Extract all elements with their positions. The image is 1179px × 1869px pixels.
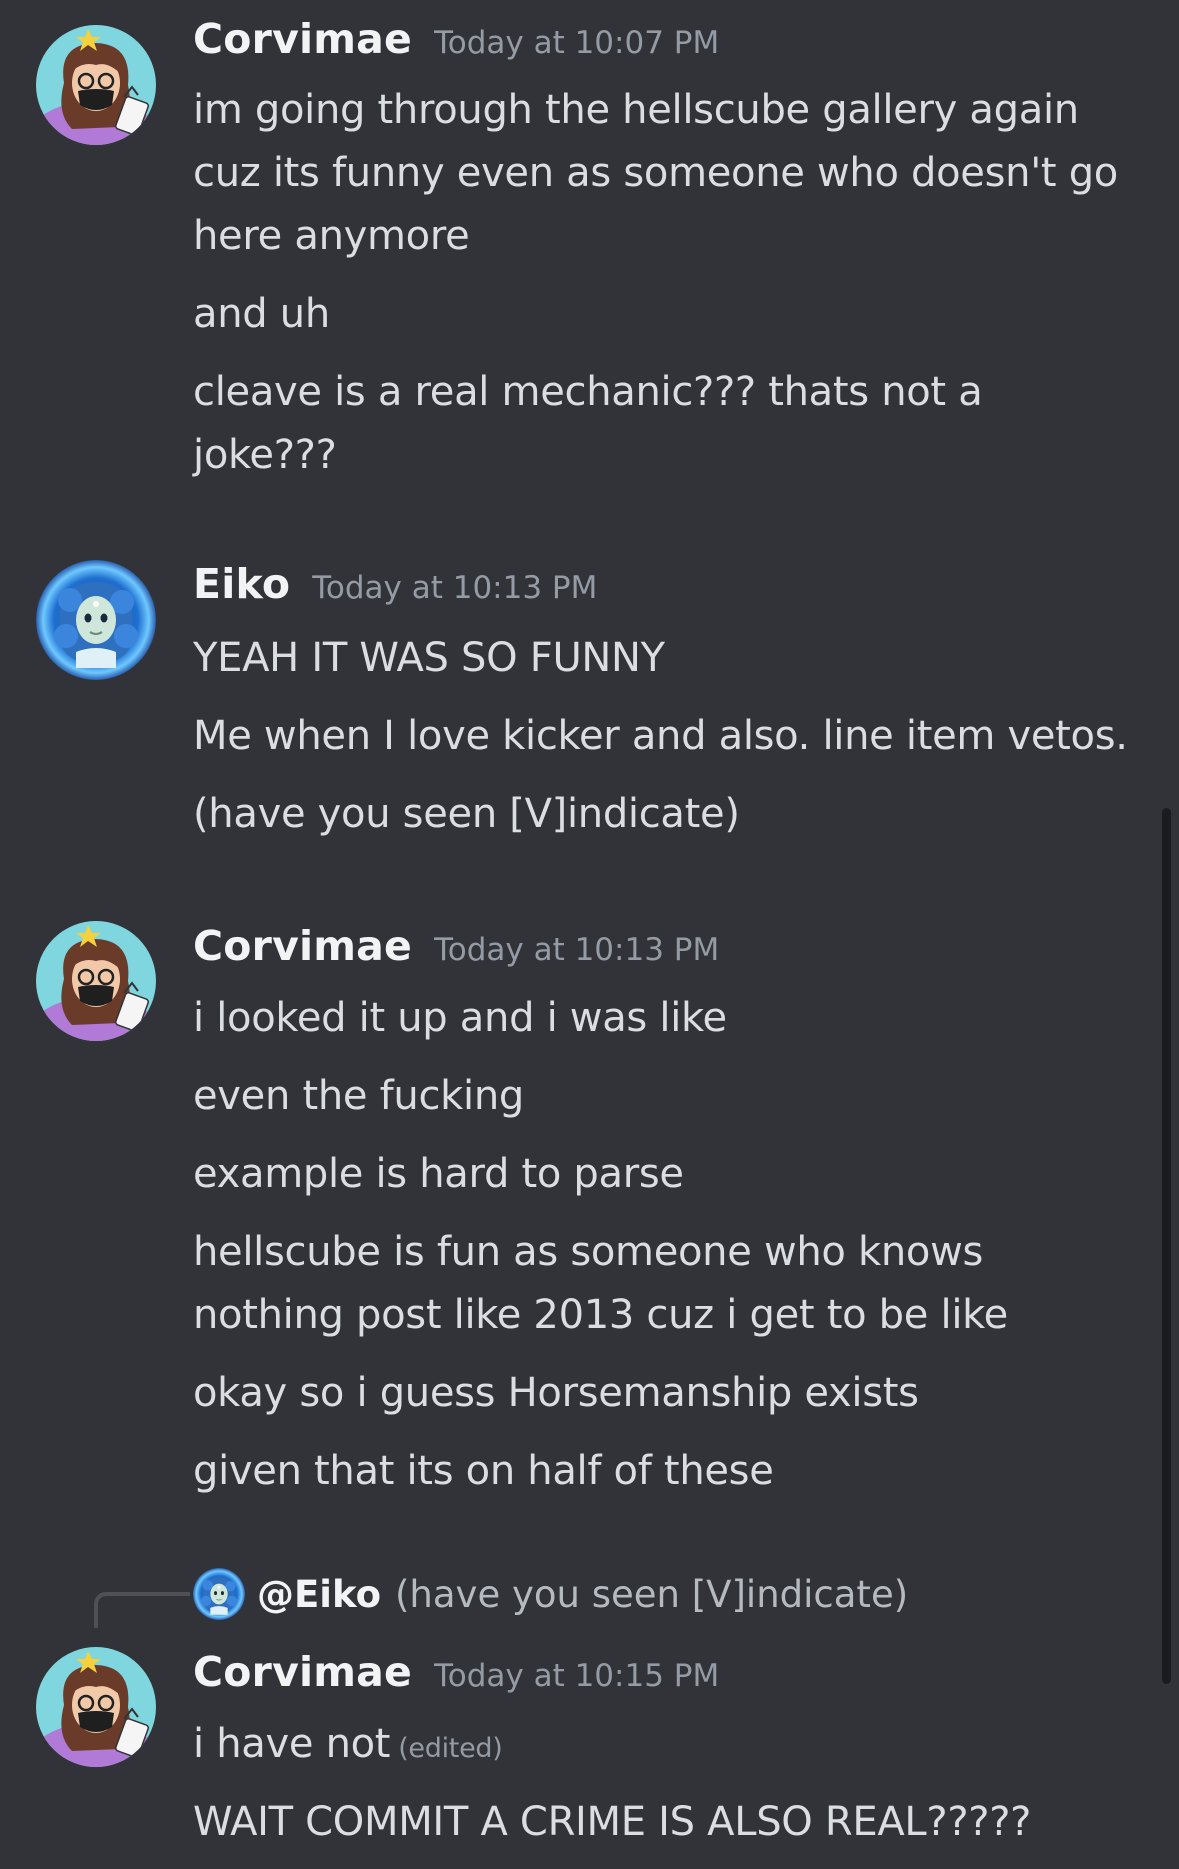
reply-preview[interactable]: @Eiko (have you seen [V]indicate)	[193, 1568, 908, 1620]
timestamp: Today at 10:13 PM	[312, 570, 598, 606]
timestamp: Today at 10:07 PM	[434, 25, 720, 61]
avatar-eiko-icon[interactable]	[36, 560, 156, 680]
scrollbar[interactable]	[1162, 808, 1171, 1684]
message-text: YEAH IT WAS SO FUNNY	[193, 635, 665, 681]
message-text: given that its on half of these	[193, 1448, 774, 1494]
message-text: cleave is a real mechanic??? thats not a…	[193, 369, 983, 478]
avatar-corvimae-icon[interactable]	[36, 1647, 156, 1767]
reply-text: (have you seen [V]indicate)	[395, 1572, 909, 1616]
message-text: WAIT COMMIT A CRIME IS ALSO REAL?????	[193, 1799, 1032, 1845]
message-text: im going through the hellscube gallery a…	[193, 87, 1118, 259]
username[interactable]: Corvimae	[193, 1648, 412, 1696]
message-text: example is hard to parse	[193, 1151, 684, 1197]
message-text: i have not (edited)	[193, 1713, 1153, 1780]
message-header: Corvimae Today at 10:07 PM	[193, 15, 719, 63]
message-text: (have you seen [V]indicate)	[193, 791, 740, 837]
username[interactable]: Corvimae	[193, 922, 412, 970]
chat-message-list: Corvimae Today at 10:07 PM im going throu…	[0, 0, 1179, 1869]
avatar-corvimae-icon[interactable]	[36, 921, 156, 1041]
edited-label: (edited)	[398, 1733, 503, 1764]
message-text: Me when I love kicker and also. line ite…	[193, 713, 1128, 759]
avatar-eiko-icon	[193, 1568, 245, 1620]
message-text: and uh	[193, 291, 330, 337]
timestamp: Today at 10:15 PM	[434, 1658, 720, 1694]
message-text: even the fucking	[193, 1073, 524, 1119]
message-header: Eiko Today at 10:13 PM	[193, 560, 597, 608]
reply-connector	[94, 1592, 190, 1628]
avatar-corvimae-icon[interactable]	[36, 25, 156, 145]
message-text: hellscube is fun as someone who knows no…	[193, 1229, 1008, 1338]
reply-mention[interactable]: @Eiko	[257, 1573, 381, 1616]
message-header: Corvimae Today at 10:13 PM	[193, 922, 719, 970]
message-text-content: i have not	[193, 1721, 391, 1767]
message-text: okay so i guess Horsemanship exists	[193, 1370, 919, 1416]
message-header: Corvimae Today at 10:15 PM	[193, 1648, 719, 1696]
message-text: i looked it up and i was like	[193, 995, 727, 1041]
username[interactable]: Eiko	[193, 560, 290, 608]
timestamp: Today at 10:13 PM	[434, 932, 720, 968]
username[interactable]: Corvimae	[193, 15, 412, 63]
